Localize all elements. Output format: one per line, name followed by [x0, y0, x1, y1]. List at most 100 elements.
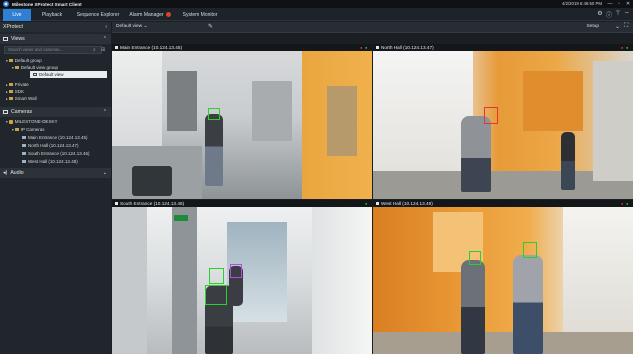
- folder-icon: [8, 97, 13, 101]
- live-indicator-icon: ●: [365, 201, 368, 206]
- tree-item-private[interactable]: ▸ Private: [6, 81, 29, 88]
- camera-tile-north-hall[interactable]: North Hall (10.124.13.47) ● ●: [373, 44, 633, 199]
- tree-item-camera-north-hall[interactable]: North Hall (10.124.13.47): [22, 142, 79, 149]
- search-input[interactable]: Search views and cameras...: [4, 46, 102, 54]
- tree-item-server[interactable]: ▾ MILESTONE-DESKY: [6, 118, 57, 125]
- caret-right-icon: ▸: [6, 97, 8, 101]
- window-title: Milestone XProtect Smart Client: [12, 1, 82, 7]
- person-figure: [461, 116, 491, 192]
- caret-down-icon: ▾: [12, 128, 14, 132]
- camera-title-bar: Main Entrance (10.124.13.45): [112, 44, 372, 51]
- cameras-section-header[interactable]: Cameras ⌃: [0, 107, 111, 117]
- tab-system-monitor[interactable]: System Monitor: [176, 9, 224, 21]
- face-detection-box: [469, 251, 481, 265]
- tree-item-camera-south-entrance[interactable]: South Entrance (10.124.13.46): [22, 150, 90, 157]
- filter-icon[interactable]: ⊞: [101, 47, 105, 53]
- caret-down-icon: ▾: [6, 120, 8, 124]
- camera-tile-west-hall[interactable]: West Hall (10.124.13.49) ● ●: [373, 200, 633, 354]
- fullscreen-icon[interactable]: ⛶: [624, 23, 628, 30]
- live-indicator-icon: ●: [626, 201, 629, 206]
- title-bar: ◉ Milestone XProtect Smart Client 4/2/20…: [0, 0, 633, 8]
- camera-flag-icon: [115, 202, 118, 206]
- milestone-logo-icon: ◉: [3, 1, 9, 7]
- tab-sequence-explorer[interactable]: Sequence Explorer: [72, 9, 124, 21]
- camera-flag-icon: [376, 202, 379, 206]
- setup-button[interactable]: Setup: [586, 24, 599, 29]
- tree-item-default-view-group[interactable]: ▾ Default view group: [12, 64, 58, 71]
- camera-icon: [22, 144, 26, 148]
- person-figure: [513, 255, 543, 354]
- chevron-down-icon: ⌄: [102, 170, 107, 176]
- tab-live[interactable]: Live: [3, 9, 31, 21]
- live-indicator-icon: ●: [365, 45, 368, 50]
- camera-tile-main-entrance[interactable]: Main Entrance (10.124.13.45) ● ●: [112, 44, 372, 199]
- caret-down-icon: ▾: [12, 66, 14, 70]
- wrench-icon[interactable]: ✎: [208, 23, 213, 30]
- caret-right-icon: ▸: [6, 83, 8, 87]
- folder-icon: [8, 90, 13, 94]
- maximize-button[interactable]: ▫: [615, 0, 623, 8]
- recording-indicator-icon: ●: [621, 201, 624, 206]
- expand-icon[interactable]: ⇔: [623, 10, 631, 16]
- face-detection-box: [208, 108, 220, 120]
- camera-flag-icon: [115, 46, 118, 50]
- face-detection-box: [523, 242, 537, 258]
- view-selector[interactable]: Default view ⌄: [116, 24, 148, 29]
- alarm-badge-icon: [165, 12, 171, 18]
- camera-icon: [22, 152, 26, 156]
- face-detection-box: [209, 268, 224, 284]
- folder-icon: [14, 128, 19, 132]
- camera-feed: [373, 207, 633, 354]
- tab-alarm-manager[interactable]: Alarm Manager: [126, 9, 174, 21]
- chevron-up-icon: ⌃: [102, 36, 107, 42]
- tree-item-default-view[interactable]: Default view: [30, 71, 107, 78]
- camera-feed: [112, 51, 372, 199]
- tree-item-sdk[interactable]: ▸ SDK: [6, 88, 24, 95]
- search-icon[interactable]: ⌕: [93, 47, 96, 53]
- view-layout-icon: [33, 73, 37, 77]
- sidebar-header: XProtect ‹: [0, 22, 111, 32]
- tab-playback[interactable]: Playback: [34, 9, 70, 21]
- pin-icon[interactable]: ⊤: [614, 10, 622, 17]
- audio-section-header[interactable]: ◂) Audio ⌄: [0, 168, 111, 178]
- camera-icon: [22, 136, 26, 140]
- person-figure: [205, 114, 223, 186]
- live-indicator-icon: ●: [626, 45, 629, 50]
- recording-indicator-icon: ●: [621, 45, 624, 50]
- camera-feed: [373, 51, 633, 199]
- minimize-view-icon[interactable]: ⌄: [615, 23, 620, 30]
- tree-item-camera-main-entrance[interactable]: Main Entrance (10.124.13.45): [22, 134, 88, 141]
- tree-item-ip-cameras[interactable]: ▾ IP Cameras: [12, 126, 44, 133]
- tree-item-smart-wall[interactable]: ▸ Smart Wall: [6, 95, 37, 102]
- camera-title-bar: West Hall (10.124.13.49): [373, 200, 633, 207]
- face-detection-alert-box: [484, 107, 498, 124]
- workspace-tabs: Live Playback Sequence Explorer Alarm Ma…: [0, 8, 633, 21]
- server-icon: [8, 119, 13, 124]
- camera-tile-south-entrance[interactable]: South Entrance (10.124.13.46) ●: [112, 200, 372, 354]
- caret-right-icon: ▸: [6, 90, 8, 94]
- camera-section-icon: [3, 109, 8, 114]
- folder-icon: [14, 66, 19, 70]
- folder-icon: [8, 59, 13, 63]
- close-button[interactable]: ✕: [624, 0, 632, 8]
- person-figure: [561, 132, 575, 190]
- recording-indicator-icon: ●: [360, 45, 363, 50]
- views-icon: [3, 36, 8, 41]
- view-toolbar: Default view ⌄ ✎ Setup ⌄ ⛶: [112, 22, 633, 33]
- gear-icon[interactable]: ⚙: [596, 10, 604, 17]
- camera-flag-icon: [376, 46, 379, 50]
- views-section-header[interactable]: Views ⌃: [0, 34, 111, 44]
- tree-item-default-group[interactable]: ▾ Default group: [6, 57, 42, 64]
- datetime-display: 4/2/2019 6:46:50 PM: [562, 1, 602, 6]
- collapse-sidebar-button[interactable]: ‹: [105, 22, 107, 32]
- speaker-icon: ◂): [3, 170, 8, 176]
- person-figure: [461, 260, 485, 354]
- camera-icon: [22, 160, 26, 164]
- caret-down-icon: ▾: [6, 59, 8, 63]
- minimize-button[interactable]: —: [606, 0, 614, 8]
- chevron-down-icon: ⌄: [143, 24, 148, 29]
- camera-title-bar: North Hall (10.124.13.47): [373, 44, 633, 51]
- person-detection-box: [230, 264, 242, 278]
- tree-item-camera-west-hall[interactable]: West Hall (10.124.13.48): [22, 158, 78, 165]
- info-icon[interactable]: ⓘ: [605, 10, 613, 19]
